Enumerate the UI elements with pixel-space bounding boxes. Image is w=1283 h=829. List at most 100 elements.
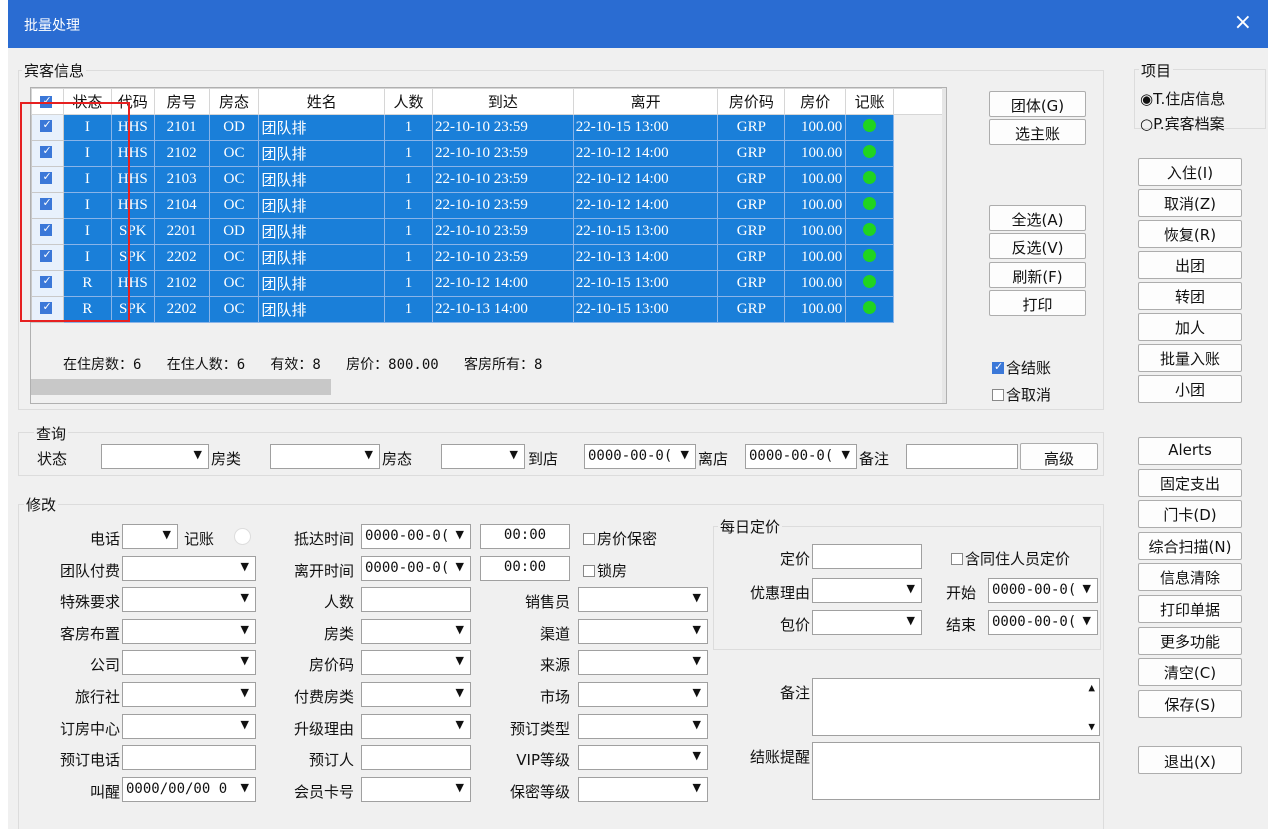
column-header[interactable]: 到达 bbox=[431, 88, 574, 115]
column-header[interactable]: 房价 bbox=[784, 88, 847, 115]
member-select[interactable]: ▼ bbox=[361, 776, 471, 802]
pay-select[interactable]: ▼ bbox=[122, 555, 256, 581]
agency-select[interactable]: ▼ bbox=[122, 682, 256, 707]
column-header[interactable]: 离开 bbox=[572, 88, 719, 115]
table-row[interactable]: IHHS2103OC团队排122-10-10 23:5922-10-12 14:… bbox=[31, 166, 946, 193]
action-button[interactable]: 取消(Z) bbox=[1138, 189, 1242, 217]
sales-select[interactable]: ▼ bbox=[578, 587, 708, 613]
query-roomtype-select[interactable]: ▼ bbox=[270, 444, 380, 469]
column-header[interactable]: 房态 bbox=[208, 88, 260, 115]
include-cancel-checkbox[interactable]: 含取消 bbox=[992, 384, 1051, 405]
table-row[interactable]: ISPK2201OD团队排122-10-10 23:5922-10-15 13:… bbox=[31, 218, 946, 245]
discount-reason-select[interactable]: ▼ bbox=[812, 578, 922, 603]
action-button[interactable]: 门卡(D) bbox=[1138, 500, 1242, 529]
field-label: 渠道 bbox=[539, 624, 570, 643]
column-header[interactable]: 记账 bbox=[845, 88, 895, 115]
action-button[interactable]: 清空(C) bbox=[1138, 658, 1242, 687]
query-leave-date[interactable]: 0000-00-0(▼ bbox=[745, 444, 857, 469]
cohabit-price-checkbox[interactable]: 含同住人员定价 bbox=[951, 548, 1070, 569]
booktype-select[interactable]: ▼ bbox=[578, 713, 708, 739]
package-select[interactable]: ▼ bbox=[812, 610, 922, 635]
action-button[interactable]: 加人 bbox=[1138, 313, 1242, 341]
checkout-reminder-textarea[interactable] bbox=[812, 742, 1100, 800]
departure-time-input[interactable]: 00:00 bbox=[480, 556, 570, 581]
paytype-select[interactable]: ▼ bbox=[361, 682, 471, 707]
scroll-down-icon[interactable]: ▼ bbox=[1088, 720, 1095, 733]
table-row[interactable]: RSPK2202OC团队排122-10-13 14:0022-10-15 13:… bbox=[31, 296, 946, 323]
table-cell: 1 bbox=[384, 114, 433, 141]
source-select[interactable]: ▼ bbox=[578, 650, 708, 676]
query-remark-input[interactable] bbox=[906, 444, 1018, 469]
center-select[interactable]: ▼ bbox=[122, 713, 256, 739]
action-button[interactable]: 恢复(R) bbox=[1138, 220, 1242, 248]
scroll-up-icon[interactable]: ▲ bbox=[1088, 681, 1095, 694]
action-button[interactable]: 保存(S) bbox=[1138, 689, 1242, 718]
company-select[interactable]: ▼ bbox=[122, 650, 256, 676]
action-button[interactable]: 批量入账 bbox=[1138, 344, 1242, 372]
table-row[interactable]: IHHS2101OD团队排122-10-10 23:5922-10-15 13:… bbox=[31, 114, 946, 141]
field-label: 团队付费 bbox=[59, 561, 120, 580]
invert-selection-button[interactable]: 反选(V) bbox=[989, 233, 1086, 259]
print-button[interactable]: 打印 bbox=[989, 290, 1086, 316]
action-button[interactable]: 更多功能 bbox=[1138, 626, 1242, 655]
market-select[interactable]: ▼ bbox=[578, 682, 708, 707]
start-date[interactable]: 0000-00-0(▼ bbox=[988, 578, 1098, 603]
table-row[interactable]: IHHS2102OC团队排122-10-10 23:5922-10-12 14:… bbox=[31, 140, 946, 167]
booker-input[interactable] bbox=[361, 745, 471, 771]
radio-stay-info[interactable]: ◉T.住店信息 bbox=[1140, 88, 1225, 109]
ratecode-select[interactable]: ▼ bbox=[361, 650, 471, 676]
exit-button[interactable]: 退出(X) bbox=[1138, 746, 1242, 774]
arrtime-select[interactable]: 0000-00-0(▼ bbox=[361, 524, 471, 549]
arrival-time-input[interactable]: 00:00 bbox=[480, 524, 570, 549]
query-roomstate-select[interactable]: ▼ bbox=[441, 444, 525, 469]
bookphone-input[interactable] bbox=[122, 745, 256, 771]
vip-select[interactable]: ▼ bbox=[578, 745, 708, 771]
column-header[interactable]: 姓名 bbox=[258, 88, 386, 115]
end-date[interactable]: 0000-00-0(▼ bbox=[988, 610, 1098, 635]
refresh-button[interactable]: 刷新(F) bbox=[989, 262, 1086, 288]
table-row[interactable]: ISPK2202OC团队排122-10-10 23:5922-10-13 14:… bbox=[31, 244, 946, 271]
channel-select[interactable]: ▼ bbox=[578, 618, 708, 644]
lock-room-checkbox[interactable]: 锁房 bbox=[583, 560, 627, 581]
action-button[interactable]: 打印单据 bbox=[1138, 595, 1242, 623]
wake-select[interactable]: 0000/00/00 0 ▼ bbox=[122, 776, 256, 802]
include-checkout-checkbox[interactable]: 含结账 bbox=[992, 357, 1051, 378]
guest-table[interactable]: 状态代码房号房态姓名人数到达离开房价码房价记账 IHHS2101OD团队排122… bbox=[30, 87, 947, 404]
rate-secret-checkbox[interactable]: 房价保密 bbox=[583, 528, 657, 549]
action-button[interactable]: 综合扫描(N) bbox=[1138, 531, 1242, 560]
table-row[interactable]: RHHS2102OC团队排122-10-12 14:0022-10-15 13:… bbox=[31, 270, 946, 297]
secrecy-select[interactable]: ▼ bbox=[578, 776, 708, 802]
phone-select[interactable]: ▼ bbox=[122, 524, 178, 549]
table-row[interactable]: IHHS2104OC团队排122-10-10 23:5922-10-12 14:… bbox=[31, 192, 946, 219]
layout-select[interactable]: ▼ bbox=[122, 618, 256, 644]
query-status-select[interactable]: ▼ bbox=[101, 444, 209, 469]
upgrade-select[interactable]: ▼ bbox=[361, 713, 471, 739]
close-icon[interactable]: × bbox=[1234, 10, 1252, 35]
daily-price-input[interactable] bbox=[812, 544, 922, 569]
advanced-button[interactable]: 高级 bbox=[1020, 443, 1098, 470]
deptime-select[interactable]: 0000-00-0(▼ bbox=[361, 555, 471, 581]
horizontal-scrollbar[interactable] bbox=[31, 379, 331, 395]
select-all-button[interactable]: 全选(A) bbox=[989, 205, 1086, 231]
radio-guest-profile[interactable]: ○P.宾客档案 bbox=[1140, 113, 1225, 134]
vertical-scrollbar[interactable] bbox=[942, 88, 946, 403]
action-button[interactable]: 转团 bbox=[1138, 282, 1242, 310]
action-button[interactable]: Alerts bbox=[1138, 437, 1242, 465]
group-button[interactable]: 团体(G) bbox=[989, 91, 1086, 117]
roomtype-select[interactable]: ▼ bbox=[361, 618, 471, 644]
main-account-button[interactable]: 选主账 bbox=[989, 119, 1086, 145]
action-button[interactable]: 固定支出 bbox=[1138, 468, 1242, 497]
column-header[interactable]: 房号 bbox=[153, 88, 210, 115]
remark-textarea[interactable]: ▲ ▼ bbox=[812, 678, 1100, 736]
billing-radio[interactable] bbox=[234, 528, 251, 545]
action-button[interactable]: 出团 bbox=[1138, 251, 1242, 279]
special-select[interactable]: ▼ bbox=[122, 587, 256, 613]
column-header[interactable]: 人数 bbox=[384, 88, 433, 115]
column-header[interactable]: 房价码 bbox=[717, 88, 786, 115]
action-button[interactable]: 入住(I) bbox=[1138, 158, 1242, 186]
table-cell: 22-10-12 14:00 bbox=[431, 270, 574, 297]
persons-input[interactable] bbox=[361, 587, 471, 613]
action-button[interactable]: 信息清除 bbox=[1138, 563, 1242, 592]
action-button[interactable]: 小团 bbox=[1138, 375, 1242, 403]
query-arrive-date[interactable]: 0000-00-0(▼ bbox=[584, 444, 696, 469]
